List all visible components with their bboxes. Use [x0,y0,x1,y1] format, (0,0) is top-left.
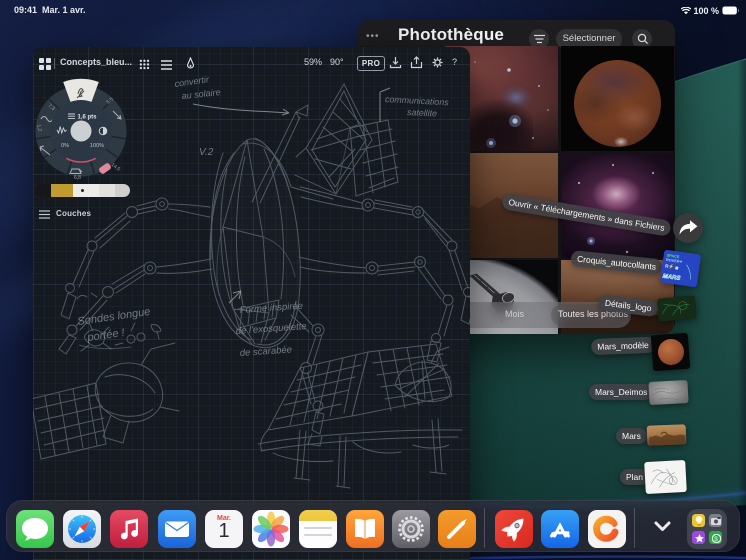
svg-text:0%: 0% [61,143,69,149]
svg-text:convertir: convertir [174,74,211,89]
svg-text:de scarabée: de scarabée [239,344,292,359]
svg-text:au solaire: au solaire [181,87,221,101]
svg-text:14,5: 14,5 [110,162,122,173]
svg-text:1,6 pts: 1,6 pts [78,115,98,121]
svg-text:6,8: 6,8 [74,175,81,181]
svg-text:communications: communications [385,94,450,107]
svg-text:V.2: V.2 [199,147,214,158]
svg-text:100%: 100% [90,143,104,149]
svg-text:satellite: satellite [407,107,437,119]
svg-text:$: $ [714,535,718,542]
svg-text:Sondes longue: Sondes longue [77,306,151,328]
svg-text:R⚡ ▦: R⚡ ▦ [665,262,680,271]
svg-text:MARS: MARS [662,274,680,282]
